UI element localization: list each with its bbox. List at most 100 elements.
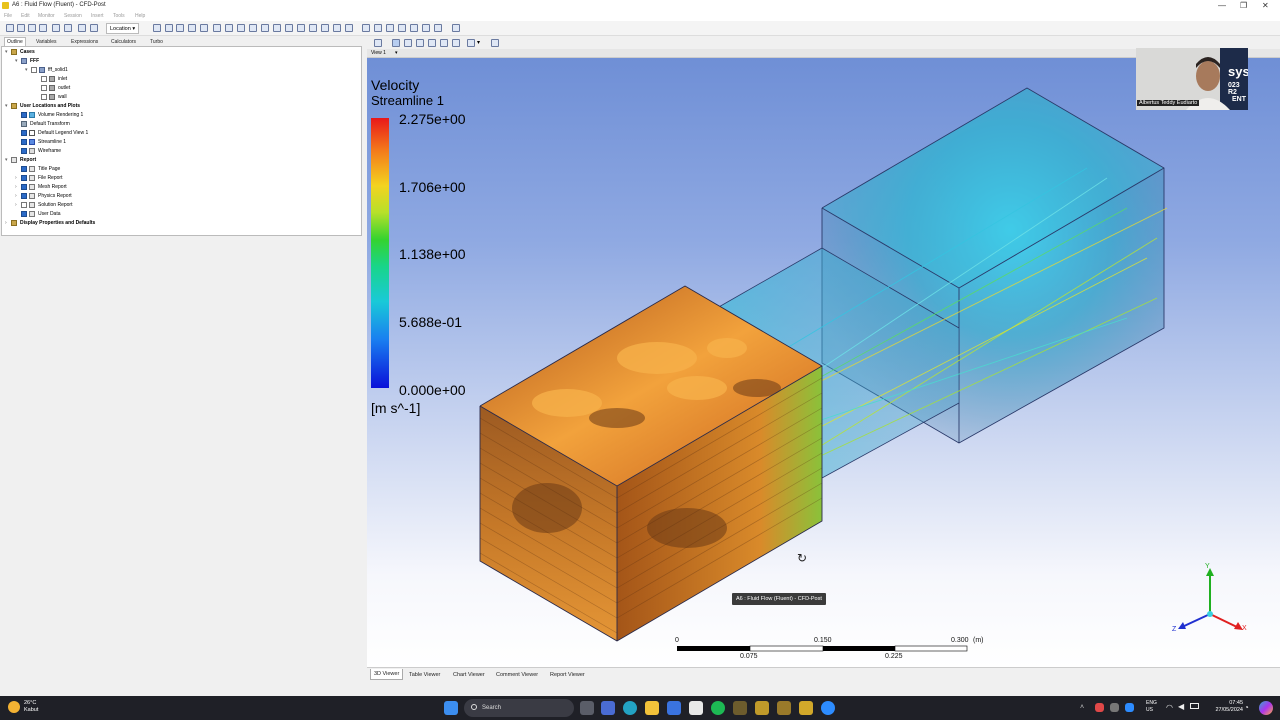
menu-tools[interactable]: Tools — [113, 13, 125, 19]
instance-transform-icon[interactable] — [249, 24, 257, 32]
tree-item-user-locations[interactable]: ▾ User Locations and Plots — [5, 102, 80, 110]
undo-icon[interactable] — [78, 24, 86, 32]
particle-track-icon[interactable] — [188, 24, 196, 32]
tab-variables[interactable]: Variables — [36, 39, 56, 45]
streamline-icon[interactable] — [176, 24, 184, 32]
table-icon[interactable] — [309, 24, 317, 32]
tree-item-cases[interactable]: ▾ Cases — [5, 48, 35, 56]
export-icon[interactable] — [64, 24, 72, 32]
3d-viewport[interactable]: Velocity Streamline 1 2.275e+00 1.706e+0… — [367, 58, 1280, 667]
menu-session[interactable]: Session — [64, 13, 82, 19]
clip-plane-icon[interactable] — [261, 24, 269, 32]
tree-item-volume-rendering[interactable]: Volume Rendering 1 — [21, 111, 83, 119]
windows-start-icon[interactable] — [444, 701, 458, 715]
menu-help[interactable]: Help — [135, 13, 145, 19]
macro-calculator-icon[interactable] — [422, 24, 430, 32]
figure-icon[interactable] — [345, 24, 353, 32]
zoom-fit-icon[interactable] — [440, 39, 448, 47]
new-icon[interactable] — [6, 24, 14, 32]
open-icon[interactable] — [17, 24, 25, 32]
quick-editor-icon[interactable] — [386, 24, 394, 32]
tree-item-display-properties[interactable]: › Display Properties and Defaults — [5, 219, 95, 227]
zoom-icon[interactable] — [416, 39, 424, 47]
tray-zoom-icon[interactable] — [1125, 703, 1134, 712]
close-button[interactable]: ✕ — [1262, 1, 1269, 10]
tree-item-report[interactable]: ▾ Report — [5, 156, 36, 164]
chart-icon[interactable] — [321, 24, 329, 32]
tab-expressions[interactable]: Expressions — [71, 39, 98, 45]
copy-icon[interactable] — [52, 24, 60, 32]
weather-widget[interactable]: 26°C Kabut — [24, 700, 38, 714]
rotate-icon[interactable] — [392, 39, 400, 47]
spotify-icon[interactable] — [711, 701, 725, 715]
workbench-icon[interactable] — [733, 701, 747, 715]
tab-calculators[interactable]: Calculators — [111, 39, 136, 45]
language-indicator[interactable]: ENG US — [1146, 700, 1157, 714]
select-icon[interactable] — [374, 39, 382, 47]
tree-item-default-legend[interactable]: Default Legend View 1 — [21, 129, 88, 137]
tree-item-fff-solid[interactable]: ▾ fff_solid1 — [25, 66, 68, 74]
menu-insert[interactable]: Insert — [91, 13, 104, 19]
text-icon[interactable] — [213, 24, 221, 32]
tree-item-inlet[interactable]: inlet — [41, 75, 67, 83]
notification-bell-icon[interactable]: ◔ — [1244, 703, 1249, 712]
tree-item-wall[interactable]: wall — [41, 93, 67, 101]
tree-item-title-page[interactable]: Title Page — [21, 165, 60, 173]
tree-item-user-data[interactable]: User Data — [21, 210, 61, 218]
mesh-calculator-icon[interactable] — [434, 24, 442, 32]
teams-icon[interactable] — [601, 701, 615, 715]
tab-3d-viewer[interactable]: 3D Viewer — [370, 669, 404, 680]
coordinate-frame-icon[interactable] — [225, 24, 233, 32]
menu-monitor[interactable]: Monitor — [38, 13, 55, 19]
tab-chart-viewer[interactable]: Chart Viewer — [453, 672, 485, 678]
legend-icon[interactable] — [237, 24, 245, 32]
tree-item-default-transform[interactable]: Default Transform — [21, 120, 70, 128]
volume-rendering-icon[interactable] — [200, 24, 208, 32]
task-view-icon[interactable] — [580, 701, 594, 715]
comment-icon[interactable] — [333, 24, 341, 32]
volume-icon[interactable]: ◀ — [1178, 702, 1184, 711]
expression-icon[interactable] — [297, 24, 305, 32]
tab-turbo[interactable]: Turbo — [150, 39, 163, 45]
tree-item-file-report[interactable]: › File Report — [15, 174, 62, 182]
print-icon[interactable] — [39, 24, 47, 32]
probe-icon[interactable] — [398, 24, 406, 32]
tray-chevron-icon[interactable]: ˄ — [1080, 704, 1084, 711]
menu-file[interactable]: File — [4, 13, 12, 19]
animation-icon[interactable] — [374, 24, 382, 32]
notion-icon[interactable] — [689, 701, 703, 715]
tree-item-mesh-report[interactable]: › Mesh Report — [15, 183, 67, 191]
cfd-post-icon[interactable] — [799, 701, 813, 715]
save-icon[interactable] — [28, 24, 36, 32]
tree-item-physics-report[interactable]: › Physics Report — [15, 192, 72, 200]
taskbar-search[interactable]: Search — [464, 699, 574, 717]
fluent-icon[interactable] — [777, 701, 791, 715]
view-dropdown-icon[interactable]: ▾ — [395, 50, 398, 56]
copilot-icon[interactable] — [1259, 701, 1273, 715]
minimize-button[interactable]: — — [1218, 1, 1226, 10]
tree-item-wireframe[interactable]: Wireframe — [21, 147, 61, 155]
pan-icon[interactable] — [404, 39, 412, 47]
tree-item-streamline[interactable]: Streamline 1 — [21, 138, 66, 146]
tree-item-fff[interactable]: ▾ FFF — [15, 57, 39, 65]
wifi-icon[interactable]: ◠ — [1166, 703, 1173, 712]
edge-icon[interactable] — [623, 701, 637, 715]
tray-app-icon[interactable] — [1095, 703, 1104, 712]
location-dropdown[interactable]: Location ▾ — [106, 23, 140, 34]
tab-table-viewer[interactable]: Table Viewer — [409, 672, 440, 678]
tab-report-viewer[interactable]: Report Viewer — [550, 672, 585, 678]
variable-icon[interactable] — [285, 24, 293, 32]
tree-item-outlet[interactable]: outlet — [41, 84, 70, 92]
redo-icon[interactable] — [90, 24, 98, 32]
layout-dropdown-icon[interactable]: ▾ — [477, 39, 480, 46]
color-map-icon[interactable] — [273, 24, 281, 32]
contour-icon[interactable] — [165, 24, 173, 32]
maximize-button[interactable]: ❐ — [1240, 1, 1247, 10]
timestep-icon[interactable] — [362, 24, 370, 32]
ansys-icon[interactable] — [755, 701, 769, 715]
zoom-box-icon[interactable] — [428, 39, 436, 47]
tray-app-2-icon[interactable] — [1110, 703, 1119, 712]
file-explorer-icon[interactable] — [645, 701, 659, 715]
store-icon[interactable] — [667, 701, 681, 715]
tab-comment-viewer[interactable]: Comment Viewer — [496, 672, 538, 678]
